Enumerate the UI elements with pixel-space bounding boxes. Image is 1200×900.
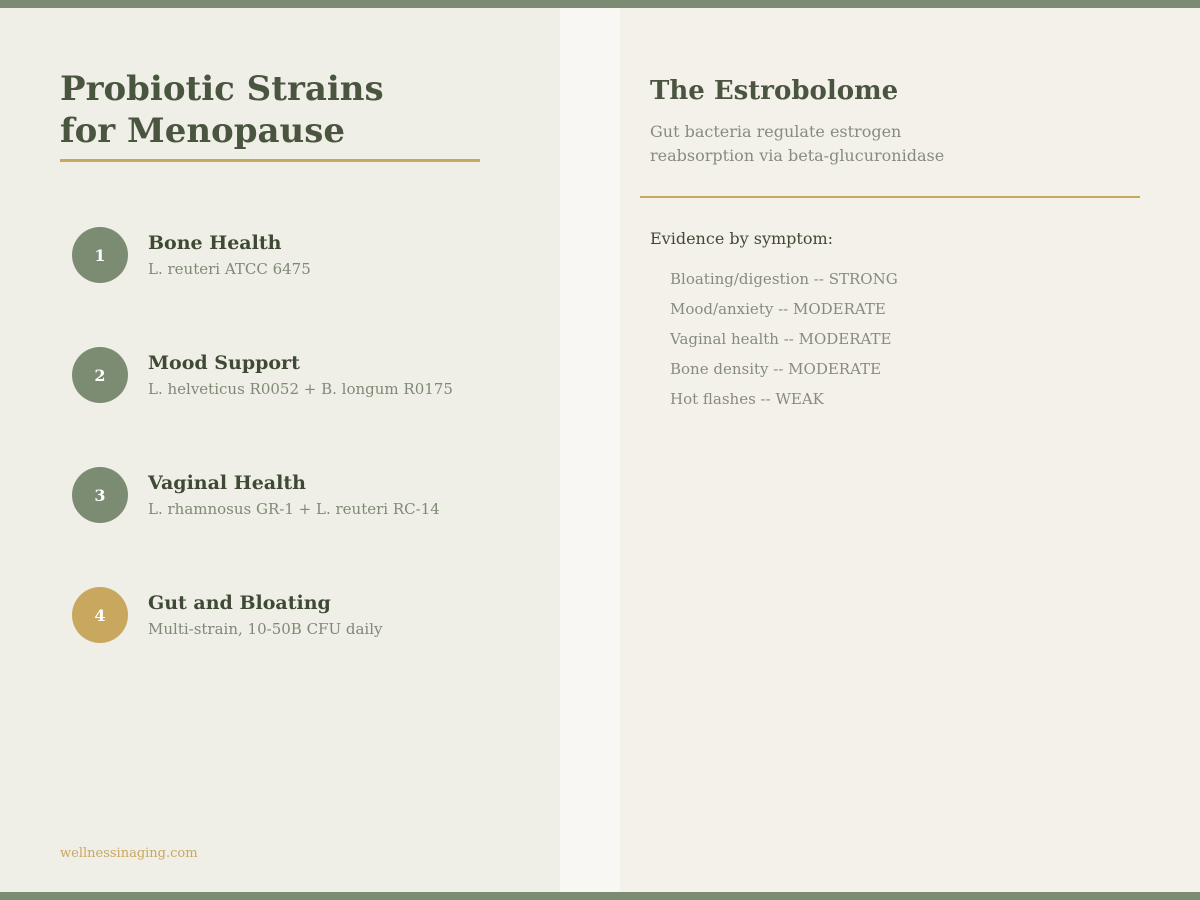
section-divider [640,196,1140,198]
bottom-accent-bar [0,892,1200,900]
title-underline [60,159,480,162]
evidence-item: Bone density -- MODERATE [670,360,882,378]
evidence-heading: Evidence by symptom: [650,229,834,248]
strain-number-badge: 1 [72,227,128,283]
section-subtitle: Gut bacteria regulate estrogen reabsorpt… [650,122,945,165]
evidence-item: Vaginal health -- MODERATE [670,330,892,348]
strain-subtitle: L. helveticus R0052 + B. longum R0175 [148,380,453,398]
strain-title: Gut and Bloating [148,592,331,614]
section-title: The Estrobolome [650,76,899,106]
top-accent-bar [0,0,1200,8]
evidence-item: Hot flashes -- WEAK [670,390,824,408]
strain-subtitle: L. reuteri ATCC 6475 [148,260,311,278]
strain-item-gut-and-bloating: 4 Gut and Bloating Multi-strain, 10-50B … [72,587,542,647]
strain-number-badge: 4 [72,587,128,643]
strain-title: Mood Support [148,352,300,374]
strain-number-badge: 2 [72,347,128,403]
panel-gutter [560,8,620,892]
strain-number-badge: 3 [72,467,128,523]
strain-title: Vaginal Health [148,472,306,494]
evidence-list: Bloating/digestion -- STRONG Mood/anxiet… [670,264,898,414]
strain-title: Bone Health [148,232,282,254]
strain-item-vaginal-health: 3 Vaginal Health L. rhamnosus GR-1 + L. … [72,467,542,527]
strain-item-bone-health: 1 Bone Health L. reuteri ATCC 6475 [72,227,542,287]
evidence-item: Bloating/digestion -- STRONG [670,270,898,288]
page-title: Probiotic Strains for Menopause [60,69,384,151]
evidence-item: Mood/anxiety -- MODERATE [670,300,886,318]
strain-subtitle: L. rhamnosus GR-1 + L. reuteri RC-14 [148,500,440,518]
strain-subtitle: Multi-strain, 10-50B CFU daily [148,620,383,638]
footer-url[interactable]: wellnessinaging.com [60,845,198,863]
strain-item-mood-support: 2 Mood Support L. helveticus R0052 + B. … [72,347,542,407]
